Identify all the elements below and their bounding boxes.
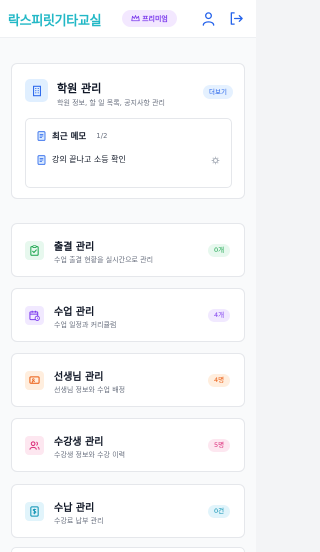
- memo-icon: [37, 154, 46, 165]
- menu-card-payments[interactable]: 수납 관리 수강료 납부 관리 0건: [11, 484, 245, 538]
- count-badge: 5명: [208, 439, 230, 452]
- menu-card-attendance[interactable]: 출결 관리 수업 출결 현황을 실시간으로 관리 0개: [11, 223, 245, 277]
- building-icon: [25, 79, 48, 102]
- memo-item[interactable]: 강의 끝나고 소등 확인: [37, 154, 126, 165]
- logout-button[interactable]: [229, 11, 244, 26]
- memo-item-text: 강의 끝나고 소등 확인: [52, 155, 126, 164]
- profile-button[interactable]: [201, 11, 216, 26]
- menu-subtitle: 수업 일정과 커리큘럼: [54, 321, 117, 329]
- brand-title[interactable]: 락스피릿기타교실: [8, 10, 102, 29]
- user-icon: [202, 12, 215, 26]
- menu-card-teachers[interactable]: 선생님 관리 선생님 정보와 수업 배정 4명: [11, 353, 245, 407]
- count-badge: 4명: [208, 374, 230, 387]
- count-badge: 4개: [208, 309, 230, 322]
- menu-subtitle: 수강생 정보와 수강 이력: [54, 451, 126, 459]
- premium-label: 프리미엄: [142, 14, 168, 23]
- menu-subtitle: 수업 출결 현황을 실시간으로 관리: [54, 256, 154, 264]
- menu-title: 출결 관리: [54, 242, 95, 253]
- gear-icon[interactable]: [211, 156, 220, 165]
- premium-badge[interactable]: 프리미엄: [122, 10, 177, 27]
- calendar-clock-icon: [25, 306, 44, 325]
- recent-memo-box: 최근 메모 1/2 강의 끝나고 소등 확인: [25, 118, 232, 188]
- menu-card-students[interactable]: 수강생 관리 수강생 정보와 수강 이력 5명: [11, 418, 245, 472]
- academy-card[interactable]: 학원 관리 학원 정보, 할 일 목록, 공지사항 관리 더보기 최근 메모 1…: [11, 63, 245, 199]
- menu-title: 수강생 관리: [54, 437, 104, 448]
- menu-title: 수업 관리: [54, 307, 95, 318]
- menu-title: 수납 관리: [54, 503, 95, 514]
- menu-subtitle: 수강료 납부 관리: [54, 517, 104, 525]
- menu-card-classes[interactable]: 수업 관리 수업 일정과 커리큘럼 4개: [11, 288, 245, 342]
- presentation-icon: [25, 371, 44, 390]
- crown-icon: [131, 15, 140, 22]
- top-header: 락스피릿기타교실 프리미엄: [0, 0, 256, 38]
- receipt-icon: [25, 502, 44, 521]
- memo-count: 1/2: [96, 132, 108, 140]
- menu-title: 선생님 관리: [54, 372, 104, 383]
- count-badge: 0개: [208, 244, 230, 257]
- memo-icon: [37, 131, 46, 141]
- count-badge: 0건: [208, 505, 230, 518]
- memo-header: 최근 메모 1/2: [37, 130, 108, 142]
- menu-card-partial: [11, 547, 245, 552]
- more-button[interactable]: 더보기: [203, 85, 233, 99]
- logout-icon: [230, 12, 243, 25]
- memo-title: 최근 메모: [52, 132, 87, 142]
- users-icon: [25, 436, 44, 455]
- clipboard-check-icon: [25, 241, 44, 260]
- menu-subtitle: 선생님 정보와 수업 배정: [54, 386, 126, 394]
- academy-subtitle: 학원 정보, 할 일 목록, 공지사항 관리: [57, 99, 165, 107]
- academy-title: 학원 관리: [57, 82, 102, 95]
